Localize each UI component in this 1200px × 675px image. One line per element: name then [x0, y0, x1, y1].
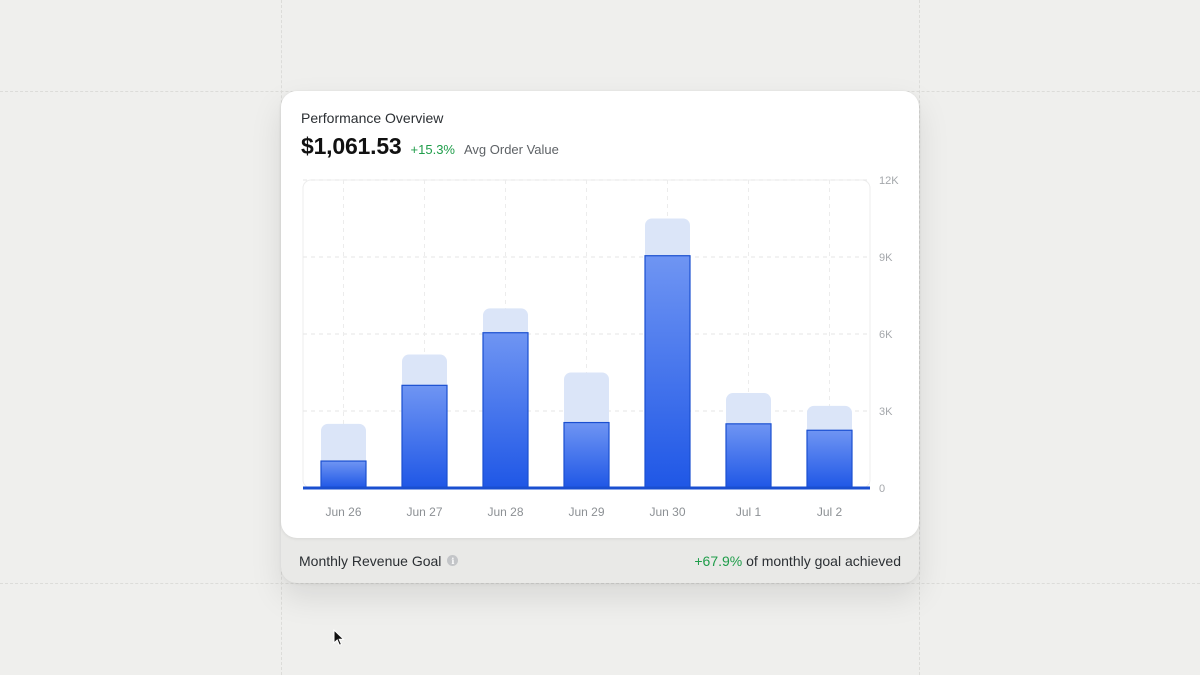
- bars: [320, 255, 853, 489]
- goal-footer: Monthly Revenue Goal i +67.9% of monthly…: [281, 538, 919, 583]
- bar: [563, 421, 610, 489]
- x-tick-label: Jun 26: [325, 505, 361, 519]
- goal-status-text: of monthly goal achieved: [746, 552, 901, 569]
- guide-line: [919, 0, 920, 675]
- y-tick-label: 0: [879, 483, 885, 495]
- goal-status: +67.9% of monthly goal achieved: [694, 553, 901, 569]
- goal-label: Monthly Revenue Goal: [299, 552, 442, 569]
- y-tick-label: 6K: [879, 329, 893, 341]
- bar: [725, 423, 772, 489]
- x-tick-label: Jun 29: [568, 505, 604, 519]
- goal-percent: +67.9%: [694, 552, 743, 569]
- bar: [401, 384, 448, 489]
- goal-label-group: Monthly Revenue Goal i: [299, 552, 459, 569]
- x-tick-label: Jun 27: [406, 505, 442, 519]
- mouse-cursor-icon: [333, 629, 345, 646]
- x-tick-label: Jun 28: [487, 505, 523, 519]
- guide-line: [0, 583, 1200, 584]
- x-axis-ticks: Jun 26 Jun 27 Jun 28 Jun 29 Jun 30 Jul 1 Jul 2: [325, 505, 842, 519]
- bar: [482, 332, 529, 489]
- bar: [644, 255, 691, 489]
- y-tick-label: 9K: [879, 252, 893, 264]
- x-tick-label: Jul 2: [817, 505, 843, 519]
- info-icon[interactable]: i: [447, 555, 459, 566]
- bar: [320, 460, 367, 489]
- x-tick-label: Jun 30: [649, 505, 685, 519]
- x-tick-label: Jul 1: [736, 505, 762, 519]
- performance-widget: Performance Overview $1,061.53 +15.3% Av…: [281, 91, 919, 583]
- y-tick-label: 12K: [879, 175, 899, 187]
- bar: [806, 429, 853, 489]
- y-axis-ticks: 12K 9K 6K 3K 0: [879, 175, 899, 495]
- bar-chart: 12K 9K 6K 3K 0 Jun 26 Jun 27 Jun 28 Jun 29 Jun 3…: [302, 175, 899, 519]
- y-tick-label: 3K: [879, 406, 893, 418]
- performance-card: Performance Overview $1,061.53 +15.3% Av…: [281, 91, 919, 538]
